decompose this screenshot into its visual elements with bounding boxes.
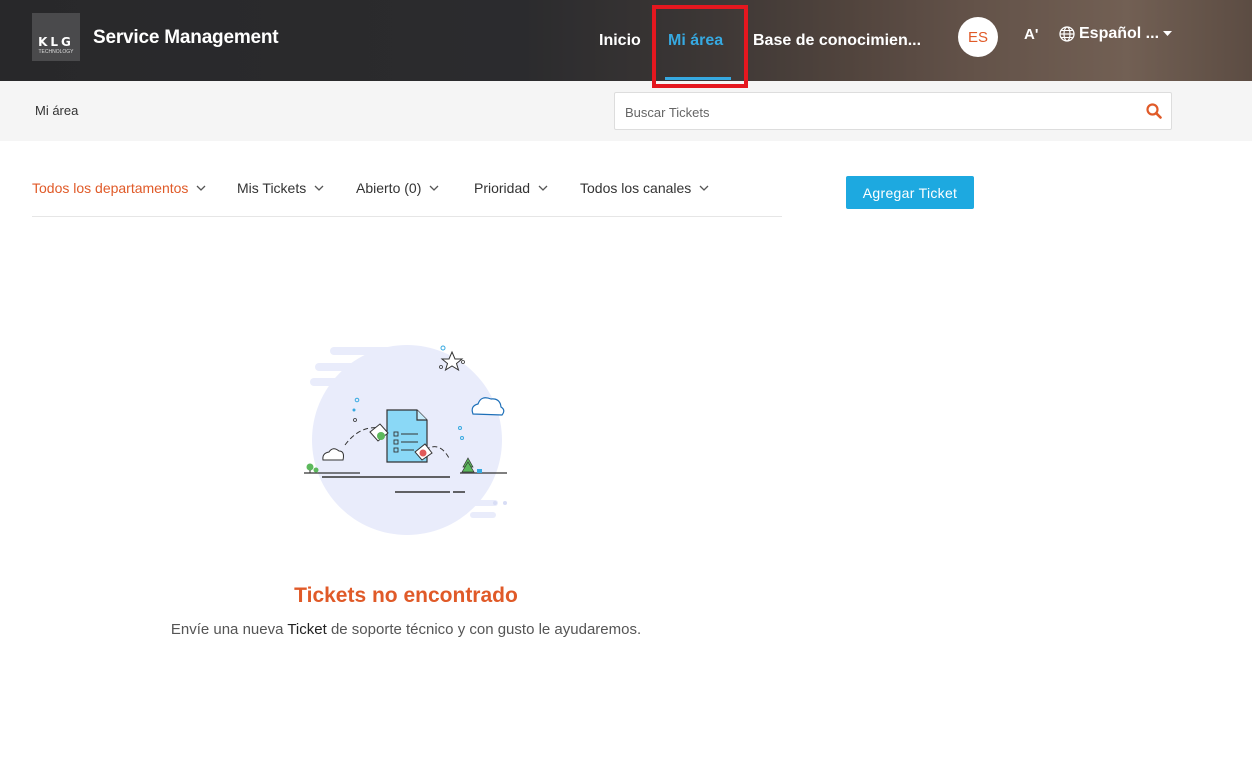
user-avatar[interactable]: ES bbox=[958, 17, 998, 57]
brand-title[interactable]: Service Management bbox=[93, 27, 279, 49]
logo-subtext: TECHNOLOGY bbox=[38, 49, 74, 55]
highlight-annotation-box bbox=[652, 5, 748, 88]
new-ticket-link[interactable]: Ticket bbox=[287, 621, 326, 638]
language-label: Español ... bbox=[1079, 25, 1160, 42]
filter-label: Todos los departamentos bbox=[32, 180, 189, 196]
filter-channels[interactable]: Todos los canales bbox=[580, 180, 709, 196]
empty-state-description: Envíe una nueva Ticket de soporte técnic… bbox=[0, 621, 812, 638]
empty-desc-text-end: de soporte técnico y con gusto le ayudar… bbox=[326, 621, 642, 638]
search-box[interactable] bbox=[614, 92, 1172, 130]
chevron-down-icon bbox=[699, 185, 709, 191]
filter-priority[interactable]: Prioridad bbox=[474, 180, 548, 196]
filter-label: Todos los canales bbox=[580, 180, 692, 196]
font-size-icon[interactable]: A' bbox=[1024, 26, 1038, 43]
filter-departments[interactable]: Todos los departamentos bbox=[32, 180, 206, 196]
search-input[interactable] bbox=[625, 102, 1125, 122]
chevron-down-icon bbox=[538, 185, 548, 191]
empty-state-title: Tickets no encontrado bbox=[294, 584, 518, 607]
logo-text: KLG bbox=[38, 35, 74, 49]
filter-status[interactable]: Abierto (0) bbox=[356, 180, 439, 196]
language-selector[interactable]: Español ... bbox=[1059, 25, 1173, 43]
chevron-down-icon bbox=[196, 185, 206, 191]
chevron-down-icon bbox=[429, 185, 439, 191]
filter-label: Abierto (0) bbox=[356, 180, 422, 196]
filter-bar: Todos los departamentos Mis Tickets Abie… bbox=[32, 180, 782, 217]
filter-label: Mis Tickets bbox=[237, 180, 307, 196]
nav-inicio[interactable]: Inicio bbox=[599, 0, 641, 81]
sub-header: Mi área bbox=[0, 81, 1252, 141]
caret-down-icon bbox=[1163, 31, 1173, 36]
filter-label: Prioridad bbox=[474, 180, 531, 196]
globe-icon bbox=[1059, 26, 1075, 42]
chevron-down-icon bbox=[314, 185, 324, 191]
empty-desc-text: Envíe una nueva bbox=[170, 621, 288, 638]
company-logo[interactable]: KLG TECHNOLOGY bbox=[32, 13, 80, 61]
breadcrumb: Mi área bbox=[35, 103, 79, 118]
filter-my-tickets[interactable]: Mis Tickets bbox=[237, 180, 324, 196]
nav-base-conocimiento[interactable]: Base de conocimien... bbox=[753, 0, 921, 81]
add-ticket-button[interactable]: Agregar Ticket bbox=[846, 176, 974, 209]
search-icon[interactable] bbox=[1146, 103, 1162, 119]
empty-tickets-illustration bbox=[304, 345, 507, 535]
